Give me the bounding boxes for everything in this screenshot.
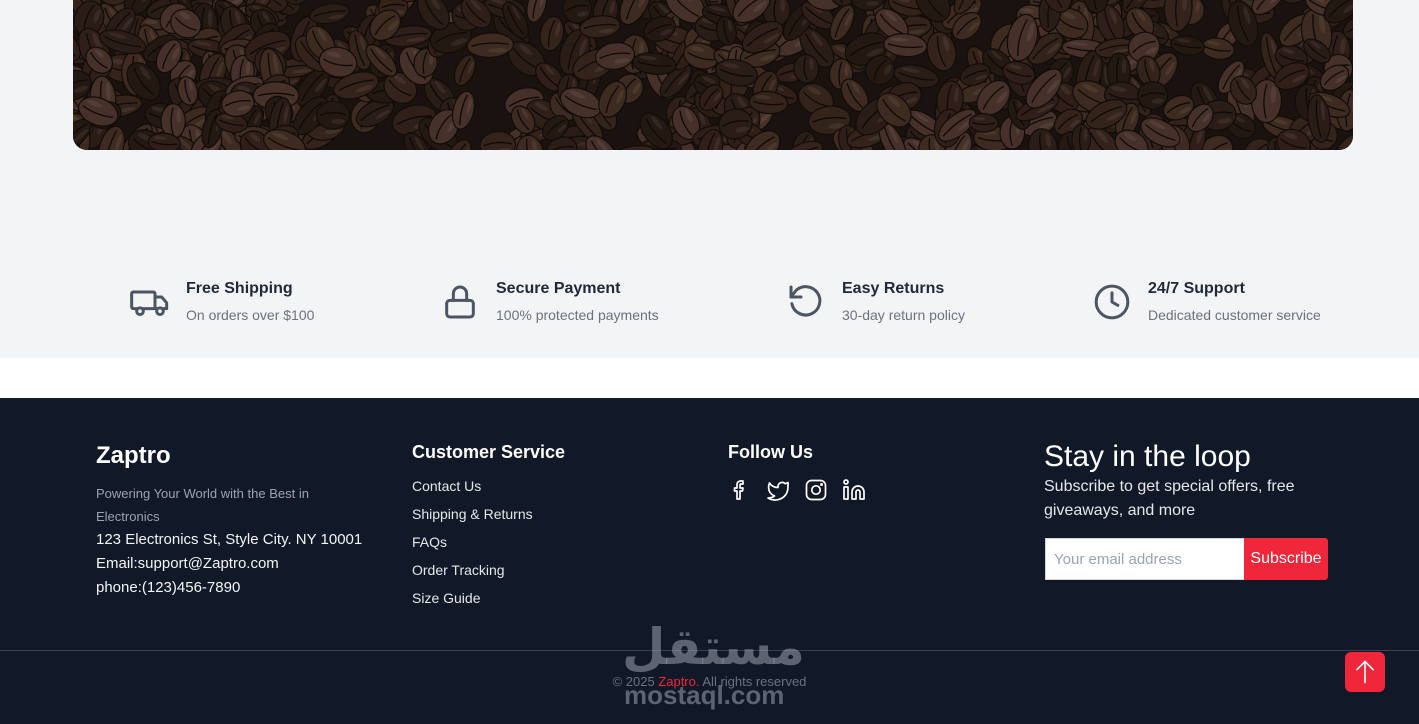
clock-icon	[1094, 284, 1130, 320]
feature-title: Easy Returns	[842, 280, 945, 297]
coffee-beans-image	[73, 0, 1353, 150]
facebook-icon[interactable]	[728, 478, 752, 502]
hero-image	[73, 0, 1353, 150]
features-strip: Free Shipping On orders over $100 Secure…	[0, 150, 1419, 358]
feature-title: Secure Payment	[496, 280, 621, 297]
instagram-icon[interactable]	[804, 478, 828, 502]
feature-desc: On orders over $100	[186, 307, 315, 323]
subscribe-button[interactable]: Subscribe	[1244, 538, 1328, 580]
footer-brand: Zaptro	[96, 442, 171, 469]
feature-title: 24/7 Support	[1148, 280, 1245, 297]
scroll-to-top-button[interactable]	[1345, 652, 1385, 692]
social-links	[728, 478, 866, 502]
link-shipping-returns[interactable]: Shipping & Returns	[412, 506, 533, 534]
newsletter-title: Stay in the loop	[1044, 440, 1251, 473]
email-input[interactable]	[1045, 538, 1244, 580]
customer-service-links: Contact Us Shipping & Returns FAQs Order…	[412, 478, 533, 618]
spacer-band	[0, 358, 1419, 398]
follow-us-title: Follow Us	[728, 442, 813, 462]
arrow-up-icon	[1356, 660, 1374, 684]
linkedin-icon[interactable]	[842, 478, 866, 502]
feature-title: Free Shipping	[186, 280, 293, 297]
twitter-icon[interactable]	[766, 478, 790, 502]
watermark-latin: mostaql.com	[624, 680, 785, 710]
link-size-guide[interactable]: Size Guide	[412, 590, 533, 618]
feature-desc: 30-day return policy	[842, 307, 965, 323]
customer-service-title: Customer Service	[412, 442, 566, 462]
rotate-ccw-icon	[789, 285, 822, 317]
feature-desc: 100% protected payments	[496, 307, 659, 323]
link-contact-us[interactable]: Contact Us	[412, 478, 533, 506]
footer-tagline: Powering Your World with the Best in Ele…	[96, 486, 309, 524]
watermark-arabic: مستقل	[622, 618, 805, 676]
truck-icon	[130, 290, 169, 316]
newsletter-desc: Subscribe to get special offers, free gi…	[1044, 478, 1295, 519]
lock-icon	[445, 285, 475, 319]
link-faqs[interactable]: FAQs	[412, 534, 533, 562]
footer-phone: phone:(123)456-7890	[96, 579, 241, 596]
footer-email: Email:support@Zaptro.com	[96, 555, 279, 572]
feature-desc: Dedicated customer service	[1148, 307, 1321, 323]
link-order-tracking[interactable]: Order Tracking	[412, 562, 533, 590]
footer-address: 123 Electronics St, Style City. NY 10001	[96, 531, 363, 548]
site-footer: Zaptro Powering Your World with the Best…	[0, 398, 1419, 724]
